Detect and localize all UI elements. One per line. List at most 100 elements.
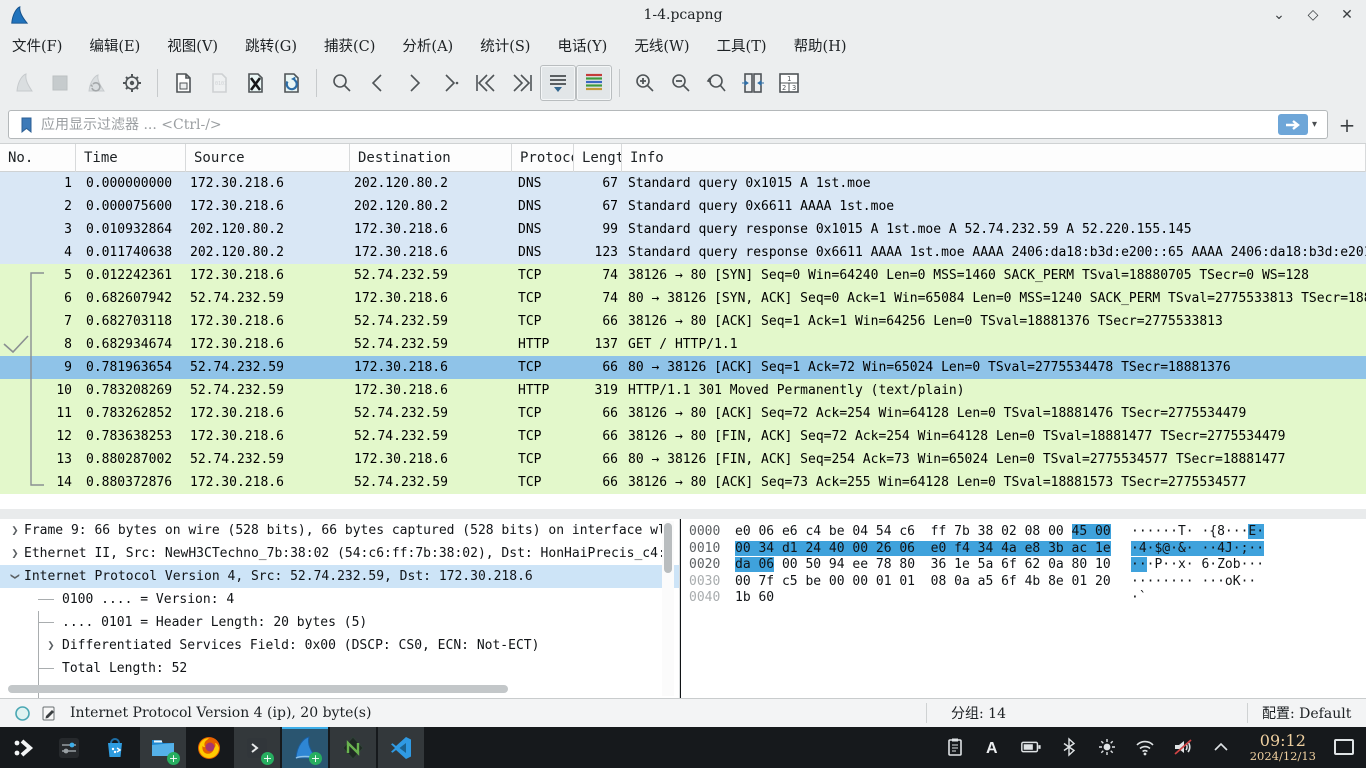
expert-info-icon[interactable] bbox=[14, 705, 31, 722]
packet-row-7[interactable]: 70.682703118172.30.218.652.74.232.59TCP6… bbox=[0, 310, 1366, 333]
filter-dropdown-caret[interactable]: ▾ bbox=[1312, 119, 1317, 130]
resize-columns-button[interactable] bbox=[735, 65, 771, 101]
column-header-lengtl[interactable]: Lengtl bbox=[574, 144, 622, 172]
taskbar-discover-store[interactable] bbox=[92, 727, 138, 768]
menu-item-0[interactable]: 文件(F) bbox=[12, 35, 62, 56]
hex-row-0020[interactable]: 0020da 06 00 50 94 ee 78 80 36 1e 5a 6f … bbox=[681, 557, 1366, 574]
add-filter-button[interactable]: + bbox=[1336, 113, 1358, 137]
display-filter-field[interactable]: ▾ bbox=[8, 110, 1328, 139]
go-to-packet-button[interactable] bbox=[432, 65, 468, 101]
detail-line-1[interactable]: ❯Ethernet II, Src: NewH3CTechno_7b:38:02… bbox=[0, 542, 679, 565]
hex-bytes[interactable]: 00 34 d1 24 40 00 26 06 e0 f4 34 4a e8 3… bbox=[727, 541, 1131, 558]
hex-ascii[interactable]: ···P··x· 6·Zob··· bbox=[1131, 557, 1264, 574]
zoom-out-button[interactable] bbox=[663, 65, 699, 101]
apply-filter-button[interactable] bbox=[1278, 114, 1308, 135]
packet-row-11[interactable]: 110.783262852172.30.218.652.74.232.59TCP… bbox=[0, 402, 1366, 425]
battery-icon[interactable] bbox=[1020, 736, 1042, 758]
zoom-original-button[interactable] bbox=[699, 65, 735, 101]
packet-row-1[interactable]: 10.000000000172.30.218.6202.120.80.2DNS6… bbox=[0, 172, 1366, 195]
detail-line-2[interactable]: ❯Internet Protocol Version 4, Src: 52.74… bbox=[0, 565, 679, 588]
taskbar-file-manager[interactable]: + bbox=[140, 727, 186, 768]
detail-line-3[interactable]: 0100 .... = Version: 4 bbox=[0, 588, 679, 611]
hex-bytes[interactable]: e0 06 e6 c4 be 04 54 c6 ff 7b 38 02 08 0… bbox=[727, 524, 1131, 541]
taskbar-app-launcher[interactable] bbox=[0, 727, 46, 768]
go-back-button[interactable] bbox=[360, 65, 396, 101]
taskbar-system-settings[interactable] bbox=[46, 727, 92, 768]
column-header-time[interactable]: Time bbox=[76, 144, 186, 172]
wifi-icon[interactable] bbox=[1134, 736, 1156, 758]
menu-item-5[interactable]: 分析(A) bbox=[402, 35, 453, 56]
detail-line-0[interactable]: ❯Frame 9: 66 bytes on wire (528 bits), 6… bbox=[0, 519, 679, 542]
hex-row-0040[interactable]: 00401b 60·` bbox=[681, 590, 1366, 607]
hex-ascii[interactable]: ······T· ·{8···E· bbox=[1131, 524, 1264, 541]
taskbar-vscode[interactable] bbox=[378, 727, 424, 768]
zoom-in-button[interactable] bbox=[627, 65, 663, 101]
packet-row-6[interactable]: 60.68260794252.74.232.59172.30.218.6TCP7… bbox=[0, 287, 1366, 310]
hex-ascii[interactable]: ·` bbox=[1131, 590, 1147, 607]
details-horizontal-scrollbar[interactable] bbox=[4, 683, 664, 695]
column-header-destination[interactable]: Destination bbox=[350, 144, 512, 172]
colorize-button[interactable] bbox=[576, 65, 612, 101]
hex-bytes[interactable]: 00 7f c5 be 00 00 01 01 08 0a a5 6f 4b 8… bbox=[727, 574, 1131, 591]
close-button[interactable]: ✕ bbox=[1338, 7, 1356, 23]
packet-row-9[interactable]: 90.78196365452.74.232.59172.30.218.6TCP6… bbox=[0, 356, 1366, 379]
menu-item-4[interactable]: 捕获(C) bbox=[324, 35, 375, 56]
menu-item-1[interactable]: 编辑(E) bbox=[89, 35, 140, 56]
filter-bookmark-icon[interactable] bbox=[17, 115, 37, 135]
collapse-icon[interactable]: ❯ bbox=[4, 570, 27, 584]
capture-comment-icon[interactable] bbox=[41, 705, 58, 722]
packet-row-5[interactable]: 50.012242361172.30.218.652.74.232.59TCP7… bbox=[0, 264, 1366, 287]
hex-bytes[interactable]: 1b 60 bbox=[727, 590, 1131, 607]
input-method-icon[interactable]: A bbox=[982, 736, 1004, 758]
menu-item-8[interactable]: 无线(W) bbox=[634, 35, 689, 56]
volume-muted-icon[interactable] bbox=[1172, 736, 1194, 758]
detail-line-6[interactable]: Total Length: 52 bbox=[0, 657, 679, 680]
taskbar-terminal[interactable]: + bbox=[234, 727, 280, 768]
packet-row-2[interactable]: 20.000075600172.30.218.6202.120.80.2DNS6… bbox=[0, 195, 1366, 218]
number-columns-button[interactable]: 123 bbox=[771, 65, 807, 101]
menu-item-3[interactable]: 跳转(G) bbox=[245, 35, 297, 56]
expand-icon[interactable]: ❯ bbox=[44, 634, 58, 657]
hex-row-0010[interactable]: 001000 34 d1 24 40 00 26 06 e0 f4 34 4a … bbox=[681, 541, 1366, 558]
go-forward-button[interactable] bbox=[396, 65, 432, 101]
packet-row-10[interactable]: 100.78320826952.74.232.59172.30.218.6HTT… bbox=[0, 379, 1366, 402]
taskbar-wireshark[interactable]: + bbox=[282, 727, 328, 768]
details-vertical-scrollbar[interactable] bbox=[662, 521, 674, 696]
brightness-icon[interactable] bbox=[1096, 736, 1118, 758]
column-header-protocol[interactable]: Protocol bbox=[512, 144, 574, 172]
menu-item-6[interactable]: 统计(S) bbox=[480, 35, 530, 56]
minimize-button[interactable]: ⌄ bbox=[1270, 7, 1288, 23]
detail-line-5[interactable]: ❯Differentiated Services Field: 0x00 (DS… bbox=[0, 634, 679, 657]
packet-row-14[interactable]: 140.880372876172.30.218.652.74.232.59TCP… bbox=[0, 471, 1366, 494]
hex-row-0030[interactable]: 003000 7f c5 be 00 00 01 01 08 0a a5 6f … bbox=[681, 574, 1366, 591]
bluetooth-icon[interactable] bbox=[1058, 736, 1080, 758]
close-capture-button[interactable] bbox=[237, 65, 273, 101]
display-filter-input[interactable] bbox=[41, 117, 1278, 133]
packet-row-12[interactable]: 120.783638253172.30.218.652.74.232.59TCP… bbox=[0, 425, 1366, 448]
hex-bytes[interactable]: da 06 00 50 94 ee 78 80 36 1e 5a 6f 62 0… bbox=[727, 557, 1131, 574]
go-last-button[interactable] bbox=[504, 65, 540, 101]
status-profile[interactable]: 配置: Default bbox=[1248, 703, 1366, 723]
clipboard-icon[interactable] bbox=[944, 736, 966, 758]
packet-row-3[interactable]: 30.010932864202.120.80.2172.30.218.6DNS9… bbox=[0, 218, 1366, 241]
hex-ascii[interactable]: ········ ···oK·· bbox=[1131, 574, 1264, 591]
reload-capture-button[interactable] bbox=[273, 65, 309, 101]
open-file-button[interactable] bbox=[165, 65, 201, 101]
expand-icon[interactable]: ❯ bbox=[8, 542, 22, 565]
menu-item-2[interactable]: 视图(V) bbox=[167, 35, 218, 56]
chevron-up-icon[interactable] bbox=[1210, 736, 1232, 758]
find-packet-button[interactable] bbox=[324, 65, 360, 101]
maximize-button[interactable]: ◇ bbox=[1304, 7, 1322, 23]
detail-line-4[interactable]: .... 0101 = Header Length: 20 bytes (5) bbox=[0, 611, 679, 634]
column-header-no[interactable]: No. bbox=[0, 144, 76, 172]
menu-item-9[interactable]: 工具(T) bbox=[717, 35, 767, 56]
taskbar-firefox[interactable] bbox=[186, 727, 232, 768]
go-first-button[interactable] bbox=[468, 65, 504, 101]
packet-row-13[interactable]: 130.88028700252.74.232.59172.30.218.6TCP… bbox=[0, 448, 1366, 471]
column-header-source[interactable]: Source bbox=[186, 144, 350, 172]
auto-scroll-button[interactable] bbox=[540, 65, 576, 101]
menu-item-7[interactable]: 电话(Y) bbox=[557, 35, 607, 56]
packet-row-8[interactable]: 80.682934674172.30.218.652.74.232.59HTTP… bbox=[0, 333, 1366, 356]
hex-row-0000[interactable]: 0000e0 06 e6 c4 be 04 54 c6 ff 7b 38 02 … bbox=[681, 524, 1366, 541]
show-desktop-button[interactable] bbox=[1334, 739, 1354, 755]
